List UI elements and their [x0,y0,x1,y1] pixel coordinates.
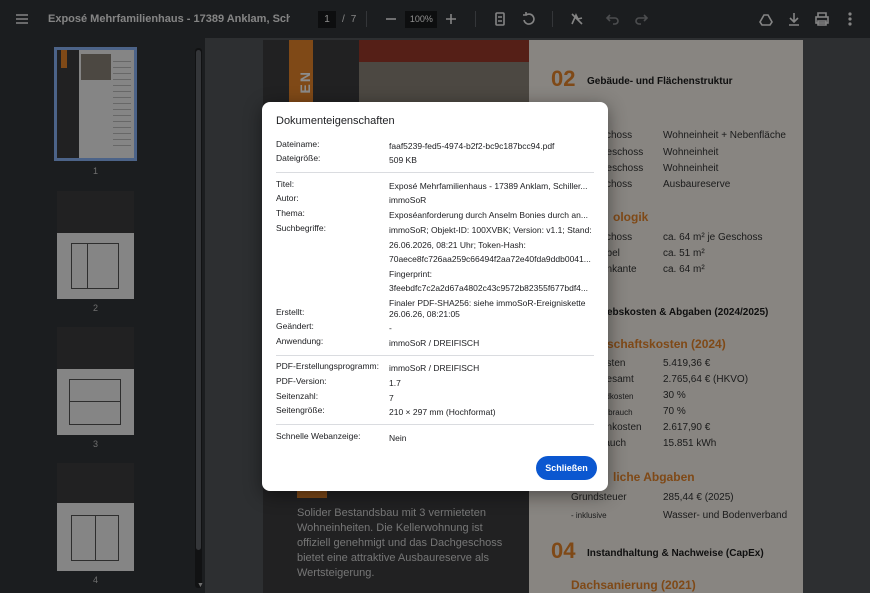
keyword-line: Fingerprint: [389,268,432,279]
property-value: Nein [389,433,407,443]
property-row: Titel: Exposé Mehrfamilienhaus - 17389 A… [276,179,595,194]
property-label: Geändert: [276,321,314,331]
property-row: Geändert: - [276,321,595,336]
property-label: Suchbegriffe: [276,223,326,233]
keyword-line: 3feebdfc7c2a2d67a4802c43c9572b82355f677b… [389,283,588,293]
property-value: 7 [389,393,394,403]
property-row: Anwendung: immoSoR / DREIFISCH [276,336,595,351]
property-row: Thema: Exposéanforderung durch Anselm Bo… [276,208,595,223]
property-value: immoSoR / DREIFISCH [389,338,480,348]
property-label: PDF-Erstellungsprogramm: [276,361,379,371]
property-value: 1.7 [389,378,401,388]
property-label: Anwendung: [276,336,324,346]
property-row: Autor: immoSoR [276,193,595,208]
document-properties-dialog: Dokumenteigenschaften Dateiname: faaf523… [262,102,608,491]
keyword-line: 26.06.2026, 08:21 Uhr; Token-Hash: [389,239,526,250]
property-row: Schnelle Webanzeige: Nein [276,431,595,446]
property-label: Dateiname: [276,139,320,149]
property-value: Exposéanforderung durch Anselm Bonies du… [389,210,588,220]
property-value: faaf5239-fed5-4974-b2f2-bc9c187bcc94.pdf [389,141,555,151]
property-value: - [389,323,392,333]
property-row: PDF-Erstellungsprogramm: immoSoR / DREIF… [276,361,595,376]
property-value: 210 × 297 mm (Hochformat) [389,407,496,417]
property-value: 26.06.26, 08:21:05 [389,309,460,319]
property-value: 509 KB [389,155,417,165]
keyword-line: immoSoR; Objekt-ID: 100XVBK; Version: v1… [389,225,592,235]
property-row: Seitenzahl: 7 [276,391,595,406]
section-divider [276,172,594,173]
property-row: PDF-Version: 1.7 [276,376,595,391]
property-value: immoSoR; Objekt-ID: 100XVBK; Version: v1… [389,223,595,310]
property-row: Suchbegriffe: immoSoR; Objekt-ID: 100XVB… [276,223,595,310]
property-row: Seitengröße: 210 × 297 mm (Hochformat) [276,405,595,420]
property-label: Schnelle Webanzeige: [276,431,361,441]
section-divider [276,355,594,356]
property-label: Titel: [276,179,295,189]
property-label: Dateigröße: [276,153,321,163]
close-button[interactable]: Schließen [536,456,597,480]
property-row: Dateigröße: 509 KB [276,153,595,168]
keyword-line: 70aece8fc726aa259c66494f2aa72e40fda9ddb0… [389,254,591,264]
property-label: Seitenzahl: [276,391,319,401]
property-label: PDF-Version: [276,376,327,386]
property-label: Autor: [276,193,299,203]
dialog-title: Dokumenteigenschaften [276,115,395,127]
property-label: Erstellt: [276,307,305,317]
property-row: Dateiname: faaf5239-fed5-4974-b2f2-bc9c1… [276,139,595,154]
property-value: immoSoR [389,195,427,205]
property-value: Exposé Mehrfamilienhaus - 17389 Anklam, … [389,181,588,191]
property-value: immoSoR / DREIFISCH [389,363,480,373]
property-row: Erstellt: 26.06.26, 08:21:05 [276,307,595,322]
section-divider [276,424,594,425]
property-label: Seitengröße: [276,405,325,415]
property-label: Thema: [276,208,305,218]
